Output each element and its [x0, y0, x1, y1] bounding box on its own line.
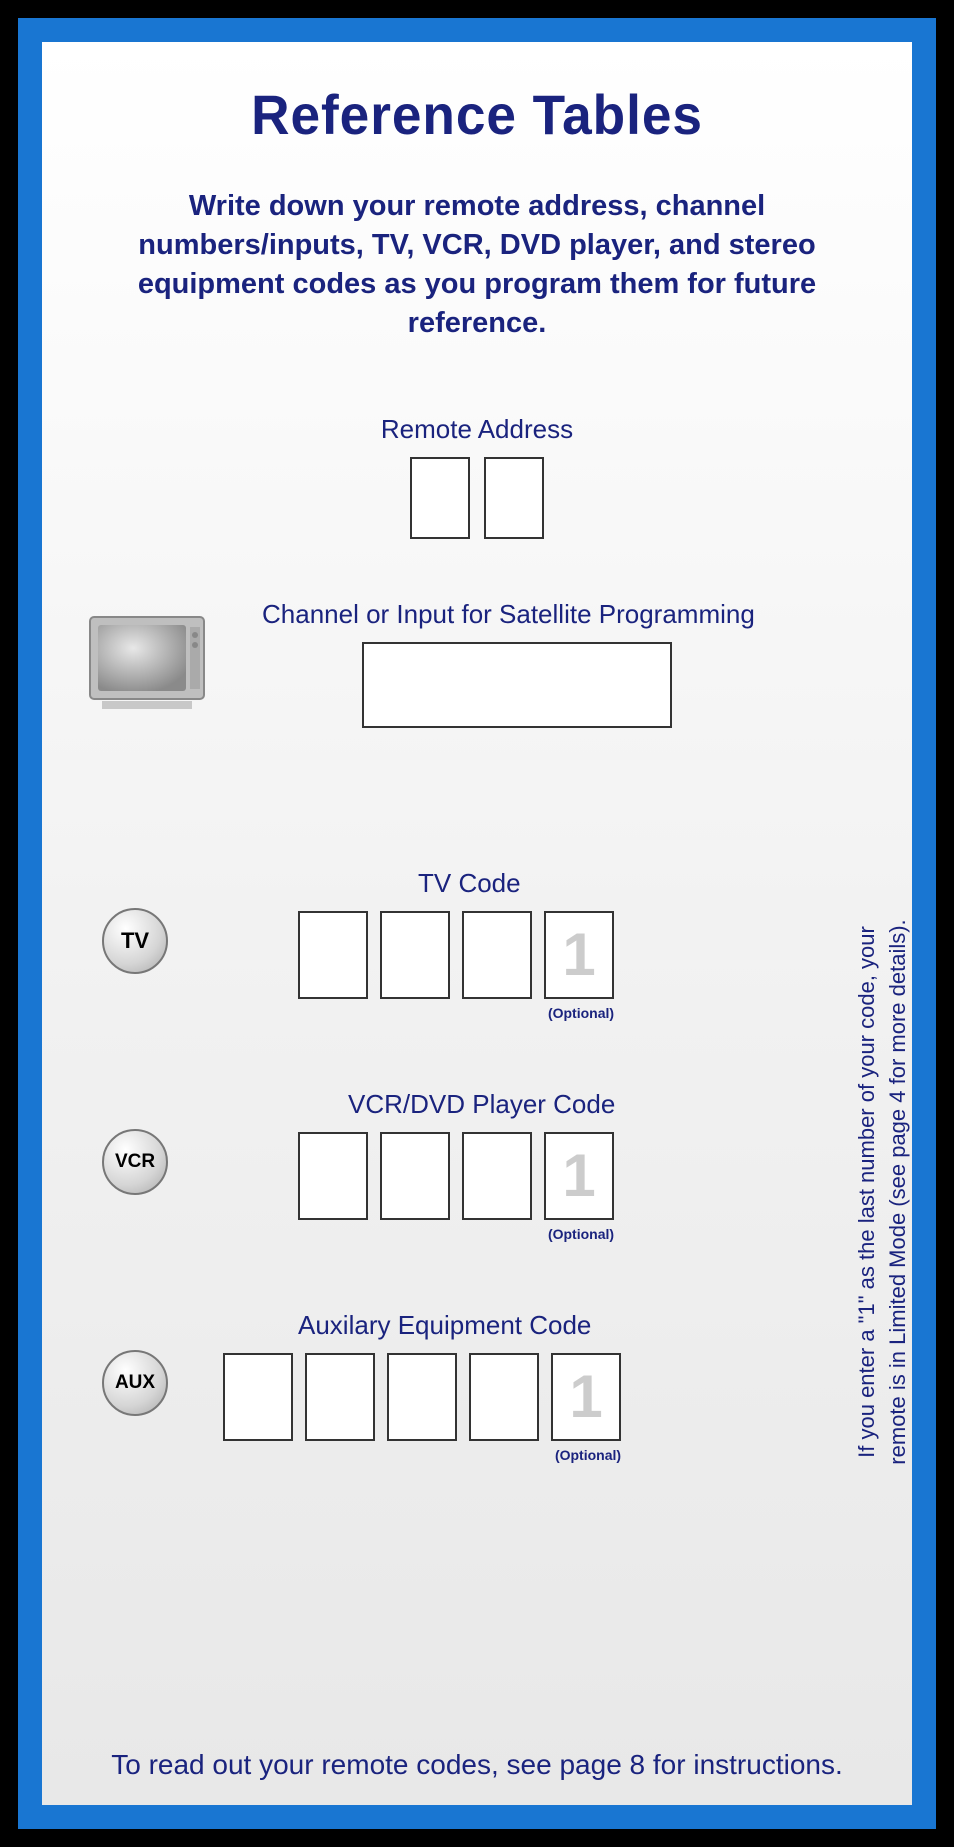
remote-address-box-2[interactable] [484, 457, 544, 539]
footer-note: To read out your remote codes, see page … [42, 1749, 912, 1781]
vcr-code-boxes: 1 (Optional) [298, 1132, 882, 1220]
tv-code-box-3[interactable] [462, 911, 532, 999]
vcr-code-box-1[interactable] [298, 1132, 368, 1220]
vcr-optional-label: (Optional) [546, 1226, 616, 1242]
page-subtitle: Write down your remote address, channel … [97, 187, 857, 344]
aux-code-row: AUX Auxilary Equipment Code 1 (Optional) [72, 1310, 882, 1441]
outer-frame: Reference Tables Write down your remote … [0, 0, 954, 1847]
limited-mode-note: If you enter a "1" as the last number of… [852, 912, 914, 1472]
vcr-optional-digit: 1 [562, 1141, 595, 1210]
aux-code-content: Auxilary Equipment Code 1 (Optional) [168, 1310, 882, 1441]
vcr-code-content: VCR/DVD Player Code 1 (Optional) [168, 1089, 882, 1220]
aux-button: AUX [102, 1350, 168, 1416]
tv-icon [82, 609, 222, 724]
aux-code-box-3[interactable] [387, 1353, 457, 1441]
vcr-code-box-3[interactable] [462, 1132, 532, 1220]
channel-row: Channel or Input for Satellite Programmi… [72, 599, 882, 728]
tv-code-box-2[interactable] [380, 911, 450, 999]
remote-address-box-1[interactable] [410, 457, 470, 539]
aux-code-box-1[interactable] [223, 1353, 293, 1441]
tv-code-box-optional[interactable]: 1 (Optional) [544, 911, 614, 999]
remote-address-boxes [72, 457, 882, 539]
tv-code-box-1[interactable] [298, 911, 368, 999]
tv-code-boxes: 1 (Optional) [298, 911, 882, 999]
aux-code-box-4[interactable] [469, 1353, 539, 1441]
vcr-code-row: VCR VCR/DVD Player Code 1 (Optional) [72, 1089, 882, 1220]
aux-code-box-optional[interactable]: 1 (Optional) [551, 1353, 621, 1441]
tv-optional-digit: 1 [562, 920, 595, 989]
aux-optional-label: (Optional) [553, 1447, 623, 1463]
tv-code-row: TV TV Code 1 (Optional) [72, 868, 882, 999]
tv-code-label: TV Code [418, 868, 882, 899]
vcr-code-label: VCR/DVD Player Code [348, 1089, 882, 1120]
content-panel: Reference Tables Write down your remote … [42, 42, 912, 1805]
aux-code-boxes: 1 (Optional) [223, 1353, 882, 1441]
tv-button: TV [102, 908, 168, 974]
vcr-code-box-2[interactable] [380, 1132, 450, 1220]
remote-address-label: Remote Address [72, 414, 882, 445]
channel-input-box[interactable] [362, 642, 672, 728]
channel-content: Channel or Input for Satellite Programmi… [222, 599, 882, 728]
blue-frame: Reference Tables Write down your remote … [18, 18, 936, 1829]
vcr-button: VCR [102, 1129, 168, 1195]
aux-optional-digit: 1 [569, 1362, 602, 1431]
tv-code-content: TV Code 1 (Optional) [168, 868, 882, 999]
aux-code-box-2[interactable] [305, 1353, 375, 1441]
vcr-code-box-optional[interactable]: 1 (Optional) [544, 1132, 614, 1220]
aux-code-label: Auxilary Equipment Code [298, 1310, 882, 1341]
tv-optional-label: (Optional) [546, 1005, 616, 1021]
page-title: Reference Tables [92, 82, 862, 147]
channel-label: Channel or Input for Satellite Programmi… [262, 599, 882, 630]
